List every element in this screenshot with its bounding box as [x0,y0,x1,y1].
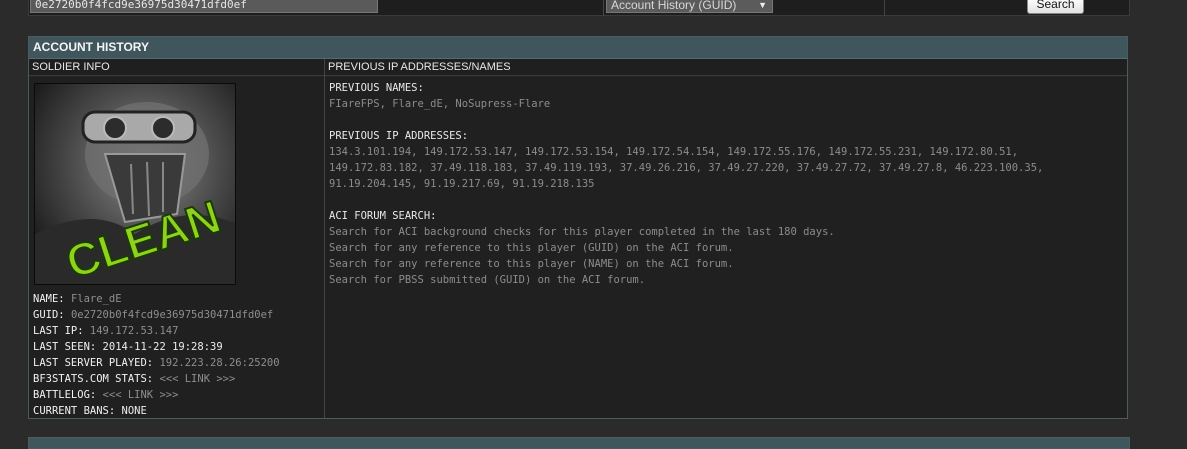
next-panel-header [28,437,1130,449]
aci-pbss-search-link[interactable]: Search for PBSS submitted (GUID) on the … [329,272,1043,288]
current-bans-label: CURRENT BANS: [33,405,116,417]
last-server-value: 192.223.28.26:25200 [159,357,280,369]
current-bans-value: NONE [121,405,147,417]
divider [603,0,604,16]
name-value: Flare_dE [70,293,122,305]
bf3stats-link[interactable]: <<< LINK >>> [159,373,235,385]
search-input[interactable]: 0e2720b0f4fcd9e36975d30471dfd0ef [30,0,378,13]
aci-background-check-link[interactable]: Search for ACI background checks for thi… [329,224,1043,240]
soldier-info-column: CLEAN NAME: Flare_dE GUID: 0e2720b0f4fcd… [29,77,324,418]
aci-name-search-link[interactable]: Search for any reference to this player … [329,256,1043,272]
battlelog-label: BATTLELOG: [33,389,97,401]
search-type-select[interactable]: Account History (GUID) ▼ [606,0,773,13]
aci-guid-search-link[interactable]: Search for any reference to this player … [329,240,1043,256]
aci-forum-search-heading: ACI FORUM SEARCH: [329,210,437,222]
previous-ip-names-column: PREVIOUS NAMES: FIareFPS, Flare_dE, NoSu… [325,77,1127,418]
previous-ips-line: 91.19.204.145, 91.19.217.69, 91.19.218.1… [329,178,595,190]
previous-ips-line: 134.3.101.194, 149.172.53.147, 149.172.5… [329,146,1019,158]
account-history-panel: ACCOUNT HISTORY SOLDIER INFO PREVIOUS IP… [28,36,1128,419]
divider [884,0,885,16]
soldier-details: NAME: Flare_dE GUID: 0e2720b0f4fcd9e3697… [33,291,280,419]
previous-names-heading: PREVIOUS NAMES: [329,82,424,94]
bf3stats-label: BF3STATS.COM STATS: [33,373,154,385]
last-seen-label: LAST SEEN: [33,341,97,353]
battlelog-link[interactable]: <<< LINK >>> [103,389,179,401]
last-seen-value: 2014-11-22 19:28:39 [102,341,223,353]
panel-title: ACCOUNT HISTORY [29,37,1127,59]
previous-names-list: FIareFPS, Flare_dE, NoSupress-Flare [329,98,551,110]
soldier-info-header: SOLDIER INFO [29,59,324,76]
search-type-value: Account History (GUID) [611,0,737,12]
search-input-value: 0e2720b0f4fcd9e36975d30471dfd0ef [35,0,247,11]
search-button[interactable]: Search [1027,0,1084,14]
guid-value: 0e2720b0f4fcd9e36975d30471dfd0ef [70,309,274,321]
avatar: CLEAN [34,83,236,285]
previous-ips-heading: PREVIOUS IP ADDRESSES: [329,130,469,142]
last-server-label: LAST SERVER PLAYED: [33,357,154,369]
previous-ips-line: 149.172.83.182, 37.49.118.183, 37.49.119… [329,162,1044,174]
last-ip-value: 149.172.53.147 [89,325,179,337]
guid-label: GUID: [33,309,65,321]
previous-ip-names-header: PREVIOUS IP ADDRESSES/NAMES [325,59,1127,76]
name-label: NAME: [33,293,65,305]
chevron-down-icon: ▼ [758,0,767,10]
last-ip-label: LAST IP: [33,325,84,337]
